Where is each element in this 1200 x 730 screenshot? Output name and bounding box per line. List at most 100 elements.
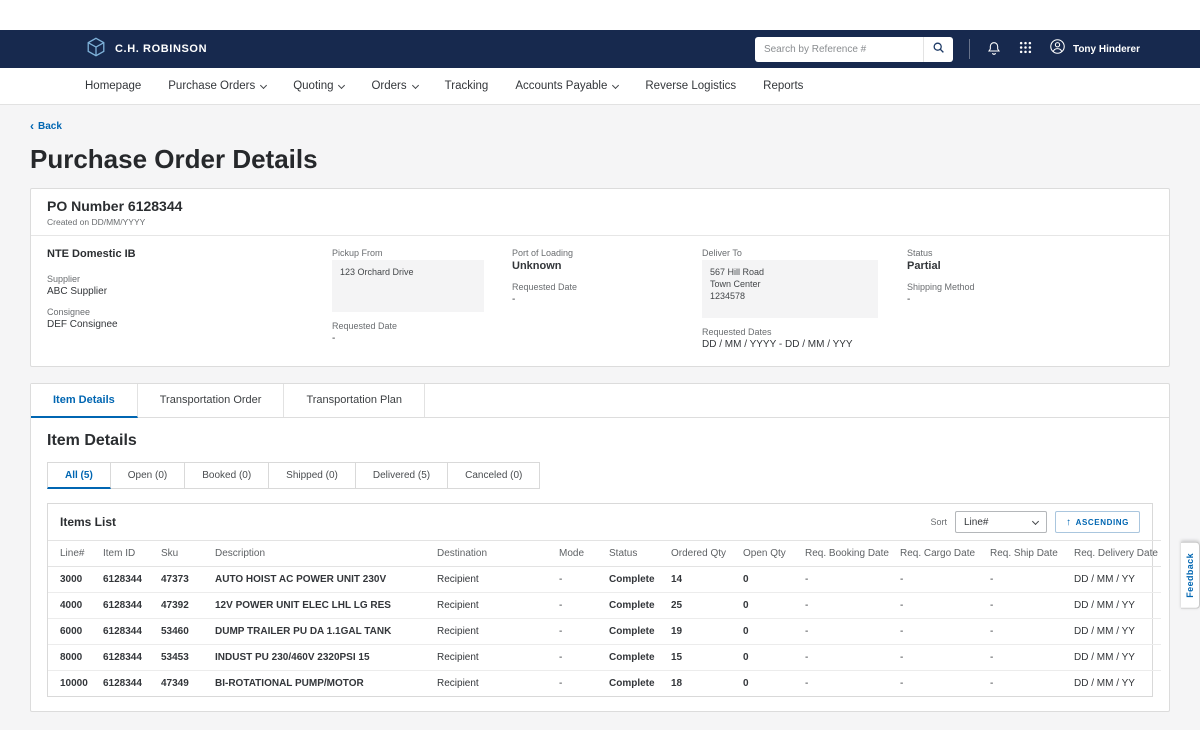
page-title: Purchase Order Details xyxy=(30,144,1170,175)
tab-item-details[interactable]: Item Details xyxy=(31,384,138,418)
column-header-line: Line# xyxy=(48,541,98,567)
item-details-panel: Item Details All (5)Open (0)Booked (0)Sh… xyxy=(31,418,1169,711)
cell-status: Complete xyxy=(604,593,666,619)
items-table-header: Line#Item IDSkuDescriptionDestinationMod… xyxy=(48,541,1161,567)
nav-item-tracking[interactable]: Tracking xyxy=(445,80,489,92)
pickup-column: Pickup From 123 Orchard Drive Requested … xyxy=(332,248,512,350)
items-list-title: Items List xyxy=(60,515,116,529)
user-name: Tony Hinderer xyxy=(1073,44,1140,55)
nav-item-purchase-orders[interactable]: Purchase Orders xyxy=(168,80,266,92)
nav-item-quoting[interactable]: Quoting xyxy=(293,80,344,92)
column-header-req-booking-date: Req. Booking Date xyxy=(800,541,895,567)
cell-req-ship-date: - xyxy=(985,619,1069,645)
cell-req-delivery-date: DD / MM / YY xyxy=(1069,619,1161,645)
chr-logo-icon xyxy=(85,36,107,63)
cell-line: 3000 xyxy=(48,567,98,593)
table-row: 10000612834447349BI-ROTATIONAL PUMP/MOTO… xyxy=(48,671,1161,697)
nav-item-label: Reverse Logistics xyxy=(645,80,736,92)
search-button[interactable] xyxy=(923,37,953,62)
filter-tab-canceled-0[interactable]: Canceled (0) xyxy=(448,462,540,489)
port-column: Port of Loading Unknown Requested Date - xyxy=(512,248,702,350)
order-type: NTE Domestic IB xyxy=(47,248,332,260)
po-summary-header: PO Number 6128344 Created on DD/MM/YYYY xyxy=(31,189,1169,236)
bell-icon xyxy=(986,40,1002,59)
cell-ordered-qty: 25 xyxy=(666,593,738,619)
cell-mode: - xyxy=(554,567,604,593)
column-header-open-qty: Open Qty xyxy=(738,541,800,567)
filter-tab-delivered-5[interactable]: Delivered (5) xyxy=(356,462,448,489)
created-value: DD/MM/YYYY xyxy=(91,217,145,227)
nav-item-reports[interactable]: Reports xyxy=(763,80,803,92)
search-input[interactable] xyxy=(755,37,923,62)
cell-description: BI-ROTATIONAL PUMP/MOTOR xyxy=(210,671,432,697)
table-row: 6000612834453460DUMP TRAILER PU DA 1.1GA… xyxy=(48,619,1161,645)
column-header-description: Description xyxy=(210,541,432,567)
filter-tab-booked-0[interactable]: Booked (0) xyxy=(185,462,269,489)
cell-item-id: 6128344 xyxy=(98,593,156,619)
brand-home-link[interactable]: C.H. ROBINSON xyxy=(85,36,207,63)
cell-ordered-qty: 15 xyxy=(666,645,738,671)
cell-sku: 47349 xyxy=(156,671,210,697)
filter-tab-all-5[interactable]: All (5) xyxy=(47,462,111,489)
table-row: 3000612834447373AUTO HOIST AC POWER UNIT… xyxy=(48,567,1161,593)
nav-item-accounts-payable[interactable]: Accounts Payable xyxy=(515,80,618,92)
cell-line: 4000 xyxy=(48,593,98,619)
cell-description: 12V POWER UNIT ELEC LHL LG RES xyxy=(210,593,432,619)
nav-item-orders[interactable]: Orders xyxy=(371,80,417,92)
po-summary-body: NTE Domestic IB Supplier ABC Supplier Co… xyxy=(31,236,1169,366)
items-list-panel: Items List Sort Line# ↑ ASCENDING xyxy=(47,503,1153,697)
cell-req-cargo-date: - xyxy=(895,619,985,645)
deliver-requested-dates-label: Requested Dates xyxy=(702,327,907,337)
nav-item-homepage[interactable]: Homepage xyxy=(85,80,141,92)
cell-mode: - xyxy=(554,619,604,645)
header-divider xyxy=(969,39,970,59)
cell-open-qty: 0 xyxy=(738,645,800,671)
filter-tab-open-0[interactable]: Open (0) xyxy=(111,462,185,489)
back-label: Back xyxy=(38,121,62,132)
po-summary-card: PO Number 6128344 Created on DD/MM/YYYY … xyxy=(30,188,1170,367)
cell-ordered-qty: 14 xyxy=(666,567,738,593)
nav-item-label: Purchase Orders xyxy=(168,80,255,92)
search-icon xyxy=(932,41,945,57)
apps-grid-button[interactable] xyxy=(1018,40,1033,58)
notifications-button[interactable] xyxy=(986,40,1002,59)
port-of-loading-value: Unknown xyxy=(512,260,702,272)
tab-transportation-order[interactable]: Transportation Order xyxy=(138,384,285,417)
cell-sku: 47392 xyxy=(156,593,210,619)
back-link[interactable]: ‹ Back xyxy=(30,121,62,132)
feedback-tab[interactable]: Feedback xyxy=(1181,542,1200,609)
main-nav: Homepage Purchase Orders Quoting Orders Trac… xyxy=(0,68,1200,105)
nav-item-reverse-logistics[interactable]: Reverse Logistics xyxy=(645,80,736,92)
po-number: PO Number 6128344 xyxy=(47,198,1153,214)
cell-status: Complete xyxy=(604,671,666,697)
cell-destination: Recipient xyxy=(432,645,554,671)
deliver-requested-dates-value: DD / MM / YYYY - DD / MM / YYY xyxy=(702,339,907,350)
detail-tabs: Item DetailsTransportation OrderTranspor… xyxy=(31,384,1169,418)
table-row: 400061283444739212V POWER UNIT ELEC LHL … xyxy=(48,593,1161,619)
cell-req-delivery-date: DD / MM / YY xyxy=(1069,671,1161,697)
port-requested-date-value: - xyxy=(512,294,702,305)
chevron-down-icon xyxy=(260,81,267,88)
cell-item-id: 6128344 xyxy=(98,619,156,645)
cell-destination: Recipient xyxy=(432,593,554,619)
table-header-row: Line#Item IDSkuDescriptionDestinationMod… xyxy=(48,541,1161,567)
shipping-method-value: - xyxy=(907,294,1153,305)
cell-req-cargo-date: - xyxy=(895,567,985,593)
tab-transportation-plan[interactable]: Transportation Plan xyxy=(284,384,425,417)
consignee-label: Consignee xyxy=(47,307,332,317)
status-label: Status xyxy=(907,248,1153,258)
sort-direction-button[interactable]: ↑ ASCENDING xyxy=(1055,511,1140,533)
user-menu[interactable]: Tony Hinderer xyxy=(1049,38,1140,60)
column-header-item-id: Item ID xyxy=(98,541,156,567)
user-icon xyxy=(1049,38,1066,60)
nav-item-label: Reports xyxy=(763,80,803,92)
cell-req-booking-date: - xyxy=(800,593,895,619)
cell-req-booking-date: - xyxy=(800,619,895,645)
filter-tab-shipped-0[interactable]: Shipped (0) xyxy=(269,462,356,489)
cell-open-qty: 0 xyxy=(738,593,800,619)
cell-line: 8000 xyxy=(48,645,98,671)
cell-req-delivery-date: DD / MM / YY xyxy=(1069,593,1161,619)
sort-select[interactable]: Line# xyxy=(955,511,1047,533)
cell-open-qty: 0 xyxy=(738,567,800,593)
cell-req-cargo-date: - xyxy=(895,671,985,697)
